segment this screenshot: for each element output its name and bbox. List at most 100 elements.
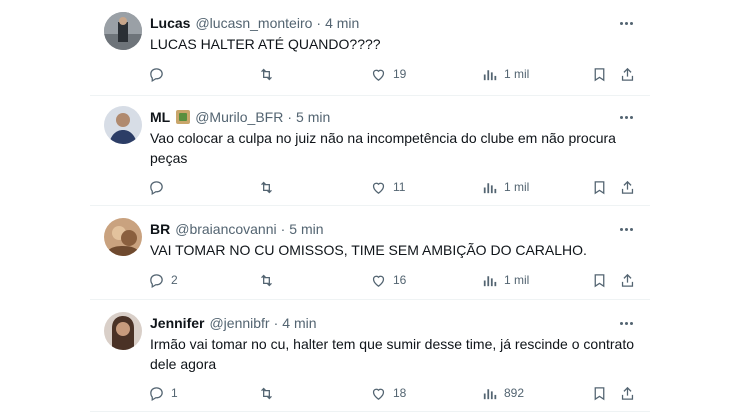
views-icon [483, 275, 497, 286]
share-button[interactable] [619, 177, 636, 197]
views-icon [483, 388, 497, 399]
more-icon[interactable] [616, 13, 636, 33]
like-button[interactable]: 16 [370, 270, 406, 290]
views-icon [483, 182, 497, 193]
tweet-header: Jennifer @jennibfr · 4 min [150, 313, 317, 333]
tweet-text: Vao colocar a culpa no juiz não na incom… [150, 130, 616, 166]
views-count: 1 mil [504, 180, 530, 194]
retweet-button[interactable] [258, 383, 281, 403]
retweet-icon [261, 181, 272, 193]
retweet-icon [261, 68, 272, 80]
avatar[interactable] [104, 12, 142, 50]
separator-dot: · [273, 315, 279, 331]
more-icon[interactable] [616, 219, 636, 239]
author-handle[interactable]: @Murilo_BFR [195, 109, 283, 125]
reply-count: 1 [171, 386, 178, 400]
views-icon [483, 69, 497, 80]
separator-dot: · [316, 15, 322, 31]
tweet-text: VAI TOMAR NO CU OMISSOS, TIME SEM AMBIÇÃ… [150, 242, 587, 258]
tweet-actions: 19 1 mil [148, 64, 638, 84]
reply-icon [150, 67, 163, 82]
share-button[interactable] [619, 383, 636, 403]
share-button[interactable] [619, 64, 636, 84]
like-count: 18 [393, 386, 407, 400]
tweet-feed: Lucas @lucasn_monteiro · 4 min LUCAS HAL… [90, 0, 650, 416]
retweet-button[interactable] [258, 177, 281, 197]
like-icon [372, 182, 385, 194]
timestamp[interactable]: 5 min [296, 109, 330, 125]
views-count: 1 mil [504, 67, 530, 81]
like-icon [372, 275, 385, 287]
author-name[interactable]: Lucas [150, 15, 190, 31]
views-button[interactable]: 1 mil [481, 270, 529, 290]
reply-icon [150, 180, 163, 195]
share-button[interactable] [619, 270, 636, 290]
reply-button[interactable] [148, 64, 171, 84]
tweet-header: Lucas @lucasn_monteiro · 4 min [150, 13, 359, 33]
reply-icon [150, 273, 163, 288]
reply-button[interactable]: 1 [148, 383, 178, 403]
avatar[interactable] [104, 218, 142, 256]
bookmark-icon [594, 180, 605, 194]
tweet-text: LUCAS HALTER ATÉ QUANDO???? [150, 36, 381, 52]
separator-dot: · [280, 221, 286, 237]
profile-emoji-icon [176, 110, 191, 124]
tweet-text: Irmão vai tomar no cu, halter tem que su… [150, 336, 634, 372]
bookmark-button[interactable] [591, 64, 608, 84]
timestamp[interactable]: 4 min [325, 15, 359, 31]
author-handle[interactable]: @jennibfr [209, 315, 269, 331]
author-name[interactable]: Jennifer [150, 315, 204, 331]
reply-button[interactable] [148, 177, 171, 197]
bookmark-icon [594, 386, 605, 400]
like-count: 11 [393, 180, 406, 194]
retweet-button[interactable] [258, 64, 281, 84]
share-icon [621, 273, 634, 287]
author-name[interactable]: BR [150, 221, 170, 237]
separator-dot: · [287, 109, 293, 125]
views-button[interactable]: 892 [481, 383, 524, 403]
tweet[interactable]: ML @Murilo_BFR · 5 min Vao colocar a cul… [90, 96, 650, 206]
author-handle[interactable]: @lucasn_monteiro [195, 15, 312, 31]
like-button[interactable]: 19 [370, 64, 406, 84]
views-button[interactable]: 1 mil [481, 64, 529, 84]
reply-icon [150, 386, 163, 401]
share-icon [621, 180, 634, 194]
bookmark-icon [594, 67, 605, 81]
like-button[interactable]: 18 [370, 383, 406, 403]
share-icon [621, 67, 634, 81]
like-button[interactable]: 11 [370, 177, 405, 197]
tweet-header: BR @braiancovanni · 5 min [150, 219, 324, 239]
more-icon[interactable] [616, 107, 636, 127]
like-icon [372, 69, 385, 81]
retweet-button[interactable] [258, 270, 281, 290]
reply-count: 2 [171, 273, 178, 287]
avatar[interactable] [104, 106, 142, 144]
views-button[interactable]: 1 mil [481, 177, 529, 197]
retweet-icon [261, 274, 272, 286]
tweet-actions: 11 1 mil [148, 177, 638, 197]
retweet-icon [261, 387, 272, 399]
tweet[interactable]: Jennifer @jennibfr · 4 min Irmão vai tom… [90, 300, 650, 412]
reply-button[interactable]: 2 [148, 270, 178, 290]
bookmark-icon [594, 273, 605, 287]
like-icon [372, 388, 385, 400]
timestamp[interactable]: 4 min [282, 315, 316, 331]
avatar[interactable] [104, 312, 142, 350]
tweet-actions: 1 18 892 [148, 383, 638, 403]
tweet[interactable]: BR @braiancovanni · 5 min VAI TOMAR NO C… [90, 206, 650, 300]
like-count: 16 [393, 273, 407, 287]
share-icon [621, 386, 634, 400]
timestamp[interactable]: 5 min [289, 221, 323, 237]
views-count: 1 mil [504, 273, 530, 287]
author-handle[interactable]: @braiancovanni [175, 221, 276, 237]
tweet-header: ML @Murilo_BFR · 5 min [150, 107, 330, 127]
like-count: 19 [393, 67, 407, 81]
bookmark-button[interactable] [591, 270, 608, 290]
bookmark-button[interactable] [591, 177, 608, 197]
tweet[interactable]: Lucas @lucasn_monteiro · 4 min LUCAS HAL… [90, 0, 650, 96]
views-count: 892 [504, 386, 525, 400]
tweet-actions: 2 16 1 mil [148, 270, 638, 290]
bookmark-button[interactable] [591, 383, 608, 403]
author-name[interactable]: ML [150, 109, 170, 125]
more-icon[interactable] [616, 313, 636, 333]
